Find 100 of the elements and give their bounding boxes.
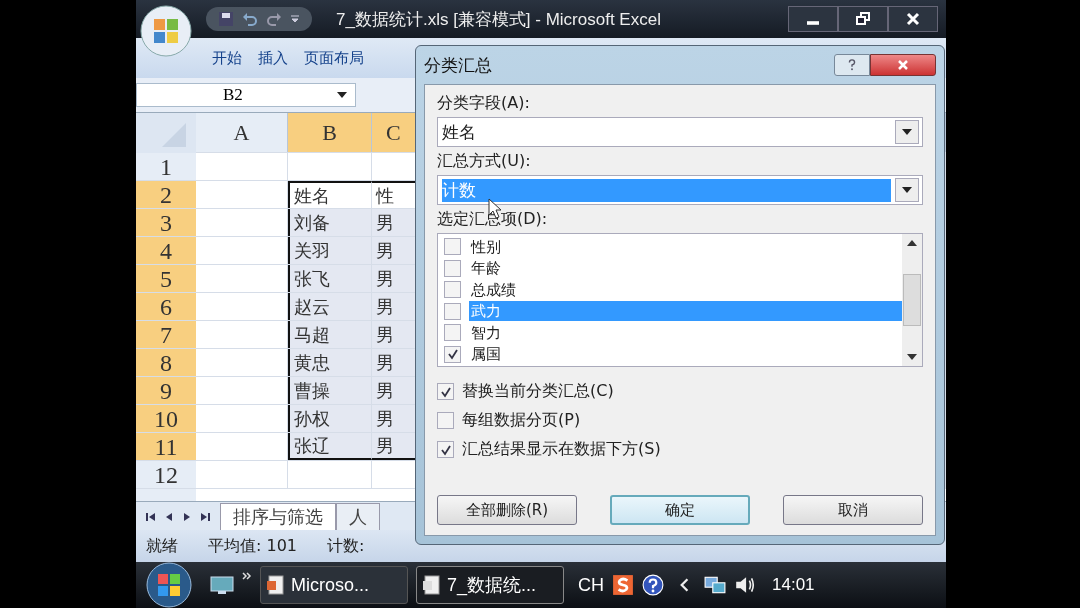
start-button-icon[interactable]: [146, 562, 192, 608]
table-cell: 男: [376, 238, 394, 263]
table-cell: 刘备: [294, 210, 330, 235]
row-header[interactable]: 3: [136, 209, 196, 236]
input-method-icon[interactable]: [612, 574, 634, 596]
scroll-up-icon[interactable]: [907, 240, 917, 246]
last-sheet-icon[interactable]: [200, 512, 210, 522]
checkbox-label[interactable]: 每组数据分页(P): [462, 410, 581, 431]
chevron-icon[interactable]: [242, 571, 252, 581]
help-icon[interactable]: [642, 574, 664, 596]
table-cell: 男: [376, 350, 394, 375]
table-cell: 性: [376, 183, 394, 208]
ribbon-tab[interactable]: 页面布局: [298, 44, 370, 72]
checkbox[interactable]: [444, 324, 461, 342]
checkbox-label[interactable]: 汇总结果显示在数据下方(S): [462, 439, 661, 460]
close-button[interactable]: [888, 6, 938, 32]
help-button[interactable]: [834, 54, 870, 76]
minimize-button[interactable]: [788, 6, 838, 32]
row-header[interactable]: 6: [136, 293, 196, 320]
table-cell: 马超: [294, 322, 330, 347]
scrollbar[interactable]: [902, 234, 922, 366]
table-cell: 男: [376, 406, 394, 431]
column-header[interactable]: A: [196, 113, 288, 152]
table-cell: 男: [376, 378, 394, 403]
table-cell: 男: [376, 433, 394, 458]
column-header[interactable]: B: [288, 113, 372, 152]
taskbar-button[interactable]: Microso...: [260, 566, 408, 604]
check-icon: [439, 443, 452, 456]
row-header[interactable]: 9: [136, 377, 196, 404]
next-sheet-icon[interactable]: [182, 512, 192, 522]
checkbox[interactable]: [444, 259, 461, 277]
document-icon: [423, 575, 441, 595]
customize-icon[interactable]: [290, 14, 300, 24]
table-cell: 男: [376, 210, 394, 235]
table-cell: 曹操: [294, 378, 330, 403]
category-field-dropdown[interactable]: 姓名: [437, 117, 923, 147]
dropdown-arrow-icon: [337, 92, 347, 98]
redo-icon[interactable]: [266, 11, 282, 27]
save-icon[interactable]: [218, 11, 234, 27]
tray-expand-icon[interactable]: [678, 577, 690, 593]
check-icon: [446, 348, 459, 361]
table-cell: 张飞: [294, 266, 330, 291]
row-header[interactable]: 1: [136, 153, 196, 180]
list-item[interactable]: 性别: [469, 236, 902, 257]
dialog-title: 分类汇总: [424, 53, 492, 77]
list-item[interactable]: 属国: [469, 344, 902, 365]
ribbon-tab[interactable]: 插入: [252, 44, 294, 72]
checkbox[interactable]: [444, 238, 461, 256]
row-header[interactable]: 4: [136, 237, 196, 264]
checkbox-label[interactable]: 替换当前分类汇总(C): [462, 381, 614, 402]
row-header[interactable]: 10: [136, 405, 196, 432]
restore-button[interactable]: [838, 6, 888, 32]
row-header[interactable]: 11: [136, 433, 196, 460]
previous-sheet-icon[interactable]: [164, 512, 174, 522]
clock: 14:01: [772, 575, 815, 595]
ribbon-tab[interactable]: 开始: [206, 44, 248, 72]
dialog-close-button[interactable]: [870, 54, 936, 76]
show-desktop-icon[interactable]: [210, 575, 234, 595]
list-item[interactable]: 智力: [469, 322, 902, 343]
table-cell: 黄忠: [294, 350, 330, 375]
scroll-down-icon[interactable]: [907, 354, 917, 360]
dialog-button[interactable]: 全部删除(R): [437, 495, 577, 525]
document-icon: [267, 575, 285, 595]
question-mark-icon: [846, 59, 858, 71]
checkbox[interactable]: [444, 345, 461, 363]
ok-button[interactable]: 确定: [610, 495, 750, 525]
sheet-tab[interactable]: 排序与筛选: [220, 503, 336, 530]
row-header[interactable]: 7: [136, 321, 196, 348]
restore-icon: [856, 12, 870, 26]
row-header[interactable]: 2: [136, 181, 196, 208]
status-text: 平均值: 101: [208, 535, 297, 557]
list-item[interactable]: 年龄: [469, 258, 902, 279]
check-icon: [439, 385, 452, 398]
minimize-icon: [807, 21, 819, 25]
network-icon[interactable]: [704, 574, 726, 596]
table-cell: 男: [376, 266, 394, 291]
name-box[interactable]: B2: [136, 83, 356, 107]
first-sheet-icon[interactable]: [146, 512, 156, 522]
dialog-button[interactable]: 取消: [783, 495, 923, 525]
field-label: 汇总方式(U):: [437, 151, 532, 172]
table-cell: 姓名: [294, 183, 330, 208]
status-text: 就绪: [146, 535, 178, 557]
list-item[interactable]: 总成绩: [469, 279, 902, 300]
status-text: 计数:: [327, 535, 365, 557]
checkbox[interactable]: [437, 383, 454, 400]
row-header[interactable]: 8: [136, 349, 196, 376]
row-header[interactable]: 5: [136, 265, 196, 292]
checkbox[interactable]: [444, 281, 461, 299]
close-icon: [906, 12, 920, 26]
language-indicator[interactable]: CH: [578, 574, 604, 596]
dropdown-arrow-icon: [902, 187, 912, 193]
taskbar-button[interactable]: 7_数据统...: [416, 566, 564, 604]
undo-icon[interactable]: [242, 11, 258, 27]
checkbox[interactable]: [437, 441, 454, 458]
row-header[interactable]: 12: [136, 461, 196, 488]
checkbox[interactable]: [437, 412, 454, 429]
checkbox[interactable]: [444, 302, 461, 320]
sheet-tab[interactable]: 人: [336, 503, 380, 530]
close-icon: [897, 59, 909, 71]
table-cell: 关羽: [294, 238, 330, 263]
